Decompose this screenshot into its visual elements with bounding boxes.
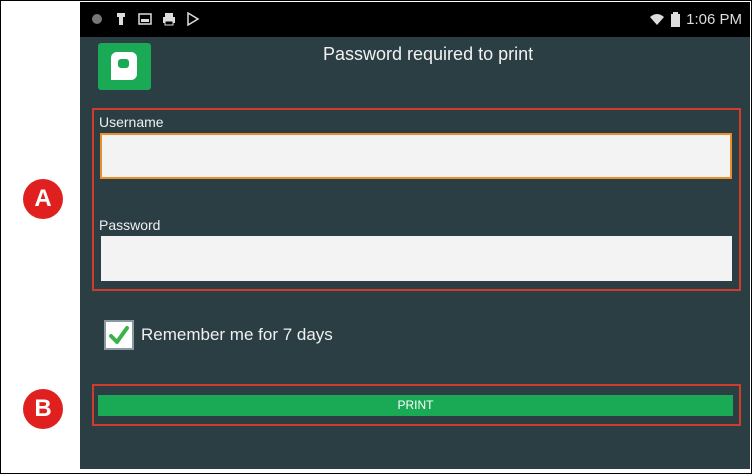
annotation-marker-b: B [23, 389, 63, 429]
password-input[interactable] [101, 236, 732, 281]
play-store-icon [187, 12, 200, 26]
wifi-icon [650, 14, 665, 25]
remember-me-label: Remember me for 7 days [141, 325, 333, 344]
status-icons-left [90, 12, 200, 26]
papercut-logo-icon [98, 43, 151, 90]
page-title: Password required to print [323, 44, 534, 64]
status-icons-right: 1:06 PM [649, 11, 742, 28]
battery-icon [671, 12, 681, 27]
print-button[interactable]: PRINT [98, 395, 733, 416]
checkmark-icon [109, 326, 129, 344]
status-bar: 1:06 PM [80, 2, 750, 37]
image-icon [138, 13, 152, 25]
username-input[interactable] [100, 133, 732, 179]
username-label: Username [99, 114, 164, 130]
annotation-marker-a: A [23, 179, 63, 219]
remember-me-checkbox[interactable] [104, 320, 134, 350]
print-icon [163, 13, 175, 26]
notification-dot-icon [92, 14, 102, 24]
status-time: 1:06 PM [686, 11, 742, 28]
password-label: Password [99, 217, 161, 233]
usb-icon [117, 13, 125, 25]
